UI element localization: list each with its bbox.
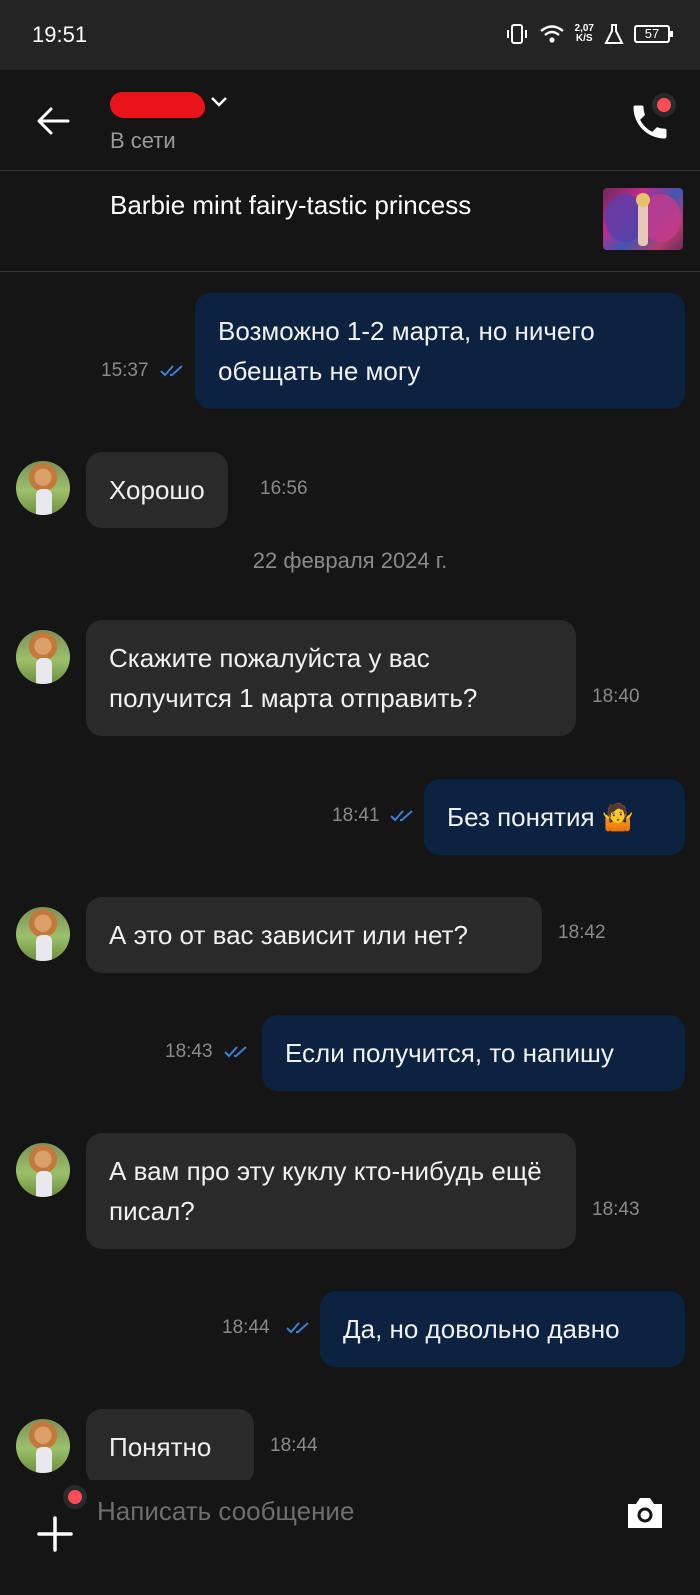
wifi-icon [539,25,564,43]
message-time: 18:44 [222,1317,270,1338]
product-title[interactable]: Barbie mint fairy-tastic princess [110,187,490,224]
camera-icon[interactable] [624,1494,666,1532]
double-check-icon [390,810,413,822]
message-time: 18:43 [592,1199,640,1220]
attach-notification-dot [63,1485,87,1509]
avatar[interactable] [16,461,70,515]
message-time: 16:56 [260,478,308,499]
double-check-icon [286,1322,309,1334]
message-text: Скажите пожалуйста у вас получится 1 мар… [109,643,478,713]
doll-image [605,193,681,246]
message-outgoing[interactable]: Без понятия 🤷 [424,779,685,855]
message-time: 18:41 [332,805,380,826]
date-separator: 22 февраля 2024 г. [252,548,448,573]
message-outgoing[interactable]: Если получится, то напишу [262,1015,685,1091]
message-incoming[interactable]: Хорошо [86,452,228,528]
chat-header: В сети [0,70,700,171]
avatar[interactable] [16,630,70,684]
back-arrow-icon[interactable] [36,106,70,136]
message-input[interactable]: Написать сообщение [97,1496,354,1527]
plus-icon[interactable] [36,1515,74,1553]
status-icons: 2,07 K/S 57 [505,20,673,48]
avatar[interactable] [16,1143,70,1197]
avatar[interactable] [16,907,70,961]
message-incoming[interactable]: А это от вас зависит или нет? [86,897,542,973]
battery-level: 57 [644,26,660,41]
message-time: 18:44 [270,1435,318,1456]
message-text: Да, но довольно давно [343,1314,620,1344]
message-outgoing[interactable]: Да, но довольно давно [320,1291,685,1367]
contact-name-redacted[interactable] [110,92,205,118]
message-composer: Написать сообщение [0,1480,700,1595]
status-time: 19:51 [32,22,88,47]
message-time: 18:40 [592,686,640,707]
net-speed: 2,07 K/S [575,24,594,44]
message-text: А вам про эту куклу кто-нибудь ещё писал… [109,1156,542,1226]
status-bar: 19:51 2,07 K/S 57 [0,0,700,70]
message-outgoing[interactable]: Возможно 1-2 марта, но ничего обещать не… [195,293,685,409]
message-time: 18:43 [165,1041,213,1062]
message-text: Понятно [109,1432,212,1462]
double-check-icon [160,365,183,377]
message-text: Возможно 1-2 марта, но ничего обещать не… [218,316,595,386]
vibrate-icon [506,24,527,44]
message-incoming[interactable]: Понятно [86,1409,254,1485]
message-text: Хорошо [109,475,205,505]
message-time: 15:37 [101,360,149,381]
call-notification-dot [652,93,676,117]
message-text: А это от вас зависит или нет? [109,920,468,950]
message-time: 18:42 [558,922,606,943]
battery-icon: 57 [634,25,673,43]
online-status: В сети [110,128,176,153]
avatar[interactable] [16,1419,70,1473]
message-incoming[interactable]: А вам про эту куклу кто-нибудь ещё писал… [86,1133,576,1249]
message-incoming[interactable]: Скажите пожалуйста у вас получится 1 мар… [86,620,576,736]
double-check-icon [224,1046,247,1058]
net-speed-unit: K/S [575,33,593,44]
message-text: Если получится, то напишу [285,1038,614,1068]
product-thumbnail[interactable] [603,188,683,250]
product-card[interactable]: Barbie mint fairy-tastic princess [0,171,700,272]
flask-icon [604,24,624,44]
chevron-down-icon[interactable] [210,96,228,108]
message-text: Без понятия 🤷 [447,802,635,832]
